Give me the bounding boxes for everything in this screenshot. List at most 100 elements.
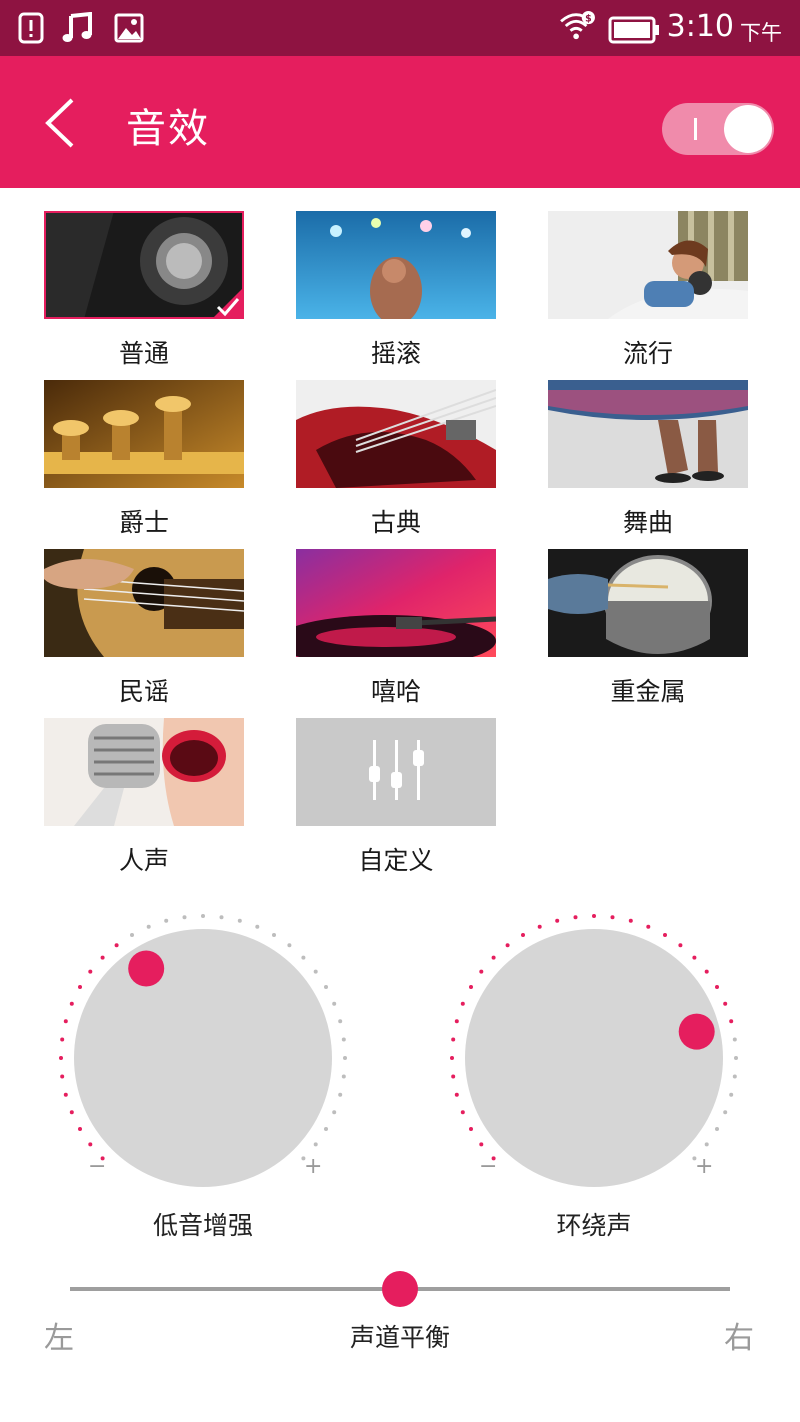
knob-tick-dot [505,943,510,948]
toggle-knob [724,105,772,153]
snare-drum-image [548,549,748,657]
knob-tick-dot [182,915,187,920]
trumpet-valves-image [44,380,244,488]
knob-face[interactable] [465,929,723,1187]
status-bar: $ 3:10 下午 [0,0,800,56]
knob-tick-dot [729,1019,734,1024]
balance-right-label: 右 [724,1321,754,1356]
preset-tile-metal[interactable] [548,549,748,657]
knob-tick-dot [88,969,93,974]
knob-tick-dot [341,1037,346,1042]
battery-icon [608,16,659,44]
knob-tick-dot [313,1142,318,1147]
knob-tick-dot [454,1019,459,1024]
preset-label: 摇滚 [370,339,421,368]
knob-tick-dot [287,943,292,948]
preset-tile-hiphop[interactable] [296,549,496,657]
preset-label: 嘻哈 [370,677,421,706]
knob-tick-dot [692,955,697,960]
page-title: 音效 [126,106,210,152]
balance-left-label: 左 [44,1321,74,1356]
knob-tick-dot [451,1037,456,1042]
knob-tick-dot [628,918,633,923]
knob-tick-dot [454,1092,459,1097]
music-icon [62,12,92,42]
knob-tick-dot [219,915,224,920]
knob-tick-dot [201,914,205,918]
surround-plus-label: + [695,1154,714,1179]
knob-tick-dot [723,1001,728,1006]
knob-tick-dot [63,1092,68,1097]
preset-tile-pop[interactable] [548,211,748,319]
rock-concert-image [296,211,496,319]
app-bar: 音效 [0,56,800,188]
preset-label: 古典 [370,508,421,537]
preset-label: 民谣 [118,677,169,706]
status-ampm: 下午 [740,21,782,45]
preset-label: 流行 [622,339,673,368]
preset-label: 舞曲 [622,508,673,537]
knob-tick-dot [341,1074,346,1079]
turntable-image [296,549,496,657]
knob-tick-dot [343,1056,347,1060]
knob-tick-dot [78,985,82,989]
preset-tile-vocal[interactable] [44,718,244,826]
knob-tick-dot [491,955,496,960]
knob-tick-dot [592,914,596,918]
knob-tick-dot [146,924,151,929]
sound-effect-toggle[interactable] [662,103,774,155]
knob-indicator[interactable] [128,950,165,987]
knob-tick-dot [338,1019,343,1024]
image-icon [114,13,144,43]
knob-tick-dot [332,1110,337,1115]
knob-tick-dot [460,1001,465,1006]
preset-tile-rock[interactable] [296,211,496,319]
knob-tick-dot [734,1056,738,1060]
preset-tile-classical[interactable] [296,380,496,488]
preset-label: 普通 [118,339,169,368]
pop-headphones-image [548,211,748,319]
preset-tile-custom[interactable] [296,718,496,826]
knob-tick-dot [715,1127,719,1131]
knob-tick-dot [704,969,709,974]
knob-tick-dot [301,955,306,960]
knob-tick-dot [610,915,615,920]
back-arrow-icon[interactable] [38,96,82,150]
preset-tile-folk[interactable] [44,549,244,657]
knob-tick-dot [78,1127,82,1131]
knob-tick-dot [114,943,119,948]
preset-label: 爵士 [118,508,169,537]
knob-tick-dot [69,1001,74,1006]
knob-tick-dot [237,918,242,923]
knob-tick-dot [460,1110,465,1115]
microphone-singer-image [44,718,244,826]
knob-tick-dot [272,933,276,937]
knob-tick-dot [479,1142,484,1147]
knob-tick-dot [60,1074,65,1079]
surround-label: 环绕声 [556,1211,632,1240]
balance-thumb[interactable] [382,1271,418,1307]
knob-tick-dot [732,1074,737,1079]
knob-tick-dot [324,1127,328,1131]
knob-tick-dot [451,1074,456,1079]
knob-face[interactable] [74,929,332,1187]
preset-tile-dance[interactable] [548,380,748,488]
knob-tick-dot [450,1056,454,1060]
custom-equalizer-image [296,718,496,826]
knob-tick-dot [678,943,683,948]
preset-tile-jazz[interactable] [44,380,244,488]
speaker-image [44,211,244,319]
knob-tick-dot [313,969,318,974]
knob-tick-dot [88,1142,93,1147]
knob-tick-dot [715,985,719,989]
knob-tick-dot [60,1037,65,1042]
knob-tick-dot [469,985,473,989]
knob-tick-dot [100,955,105,960]
bass-boost-label: 低音增强 [152,1211,253,1240]
knob-tick-dot [130,933,134,937]
preset-tile-normal[interactable] [44,211,244,319]
knob-tick-dot [663,933,667,937]
knob-tick-dot [469,1127,473,1131]
surround-minus-label: − [479,1154,498,1179]
knob-indicator[interactable] [678,1013,715,1050]
